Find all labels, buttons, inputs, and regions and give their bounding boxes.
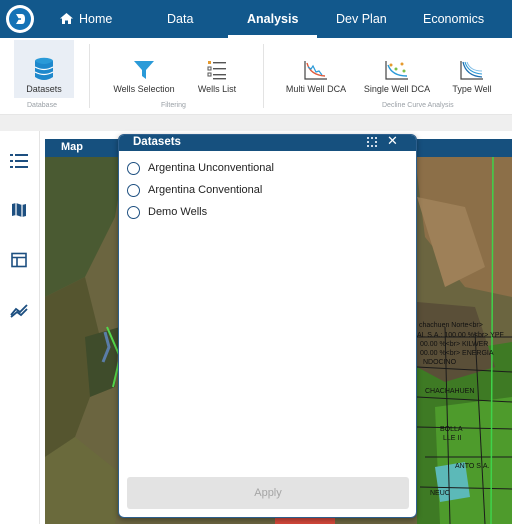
type-well-button[interactable]: Type Well xyxy=(444,40,500,98)
datasets-dialog: Datasets ✕ Argentina Unconventional Arge… xyxy=(118,134,417,518)
map-label: ANTO S.A. xyxy=(455,463,490,470)
nav-data[interactable]: Data xyxy=(167,0,193,38)
dialog-header[interactable]: Datasets ✕ xyxy=(119,135,416,151)
datasets-button[interactable]: Datasets xyxy=(14,40,74,98)
close-icon[interactable]: ✕ xyxy=(387,135,398,149)
dataset-option-label: Argentina Conventional xyxy=(148,184,263,196)
radio-button[interactable] xyxy=(127,161,140,175)
resize-icon[interactable] xyxy=(367,137,378,148)
map-label: CHACHAHUEN xyxy=(425,388,474,395)
nav-analysis[interactable]: Analysis xyxy=(247,0,298,38)
ribbon-toolbar: Datasets Database Wells Selection Wells … xyxy=(0,38,512,115)
map-label: 00.00 %<br> KILWER xyxy=(420,341,488,348)
filter-icon xyxy=(134,61,154,79)
group-label-database: Database xyxy=(27,102,57,109)
multi-well-dca-label: Multi Well DCA xyxy=(285,84,347,94)
single-well-dca-button[interactable]: Single Well DCA xyxy=(358,40,436,98)
home-icon xyxy=(60,13,73,24)
left-sidebar xyxy=(0,131,40,524)
multi-decline-chart-icon xyxy=(304,61,327,80)
dataset-option-label: Demo Wells xyxy=(148,206,208,218)
map-label: LLE II xyxy=(443,435,461,442)
database-icon xyxy=(34,57,54,80)
type-curve-icon xyxy=(460,61,483,80)
ribbon-divider xyxy=(89,44,90,108)
multi-well-dca-button[interactable]: Multi Well DCA xyxy=(280,40,352,98)
list-icon[interactable] xyxy=(9,151,29,171)
map-title: Map xyxy=(61,141,83,153)
wells-list-button[interactable]: Wells List xyxy=(190,40,244,98)
type-well-label: Type Well xyxy=(452,84,492,94)
wells-selection-label: Wells Selection xyxy=(113,84,175,94)
single-decline-chart-icon xyxy=(385,61,408,80)
map-label: chachuen Norte<br> xyxy=(419,322,483,329)
apply-button[interactable]: Apply xyxy=(127,477,409,509)
map-label: NEUC xyxy=(430,490,450,497)
chart-icon[interactable] xyxy=(9,301,29,321)
map-icon[interactable] xyxy=(9,200,29,220)
logo-icon xyxy=(9,8,31,30)
top-navigation: Home Data Analysis Dev Plan Economics xyxy=(0,0,512,38)
table-icon[interactable] xyxy=(9,250,29,270)
single-well-dca-label: Single Well DCA xyxy=(363,84,431,94)
toolbar-gap xyxy=(0,115,512,131)
group-label-dca: Decline Curve Analysis xyxy=(382,102,454,109)
wells-list-label: Wells List xyxy=(197,84,237,94)
dataset-option[interactable]: Argentina Unconventional xyxy=(127,159,274,177)
radio-button[interactable] xyxy=(127,183,140,197)
app-logo[interactable] xyxy=(6,5,34,33)
map-label: 00.00 %<br> ENERGIA xyxy=(420,350,494,357)
dialog-title: Datasets xyxy=(133,136,181,148)
dataset-option[interactable]: Argentina Conventional xyxy=(127,181,262,199)
datasets-button-label: Datasets xyxy=(26,84,62,94)
map-label: NDOCINO xyxy=(423,359,457,366)
group-label-filtering: Filtering xyxy=(161,102,186,109)
radio-button[interactable] xyxy=(127,205,140,219)
dataset-option-label: Argentina Unconventional xyxy=(148,162,274,174)
map-label: AL S.A.: 100.00 %<br> YPF xyxy=(417,332,504,339)
nav-economics[interactable]: Economics xyxy=(423,0,484,38)
nav-home-label: Home xyxy=(79,12,113,26)
nav-dev-plan[interactable]: Dev Plan xyxy=(336,0,387,38)
wells-selection-button[interactable]: Wells Selection xyxy=(108,40,180,98)
map-label: BOLLA xyxy=(440,426,463,433)
nav-home[interactable]: Home xyxy=(60,0,112,38)
ribbon-divider xyxy=(263,44,264,108)
dataset-option[interactable]: Demo Wells xyxy=(127,203,207,221)
list-icon xyxy=(207,61,226,80)
